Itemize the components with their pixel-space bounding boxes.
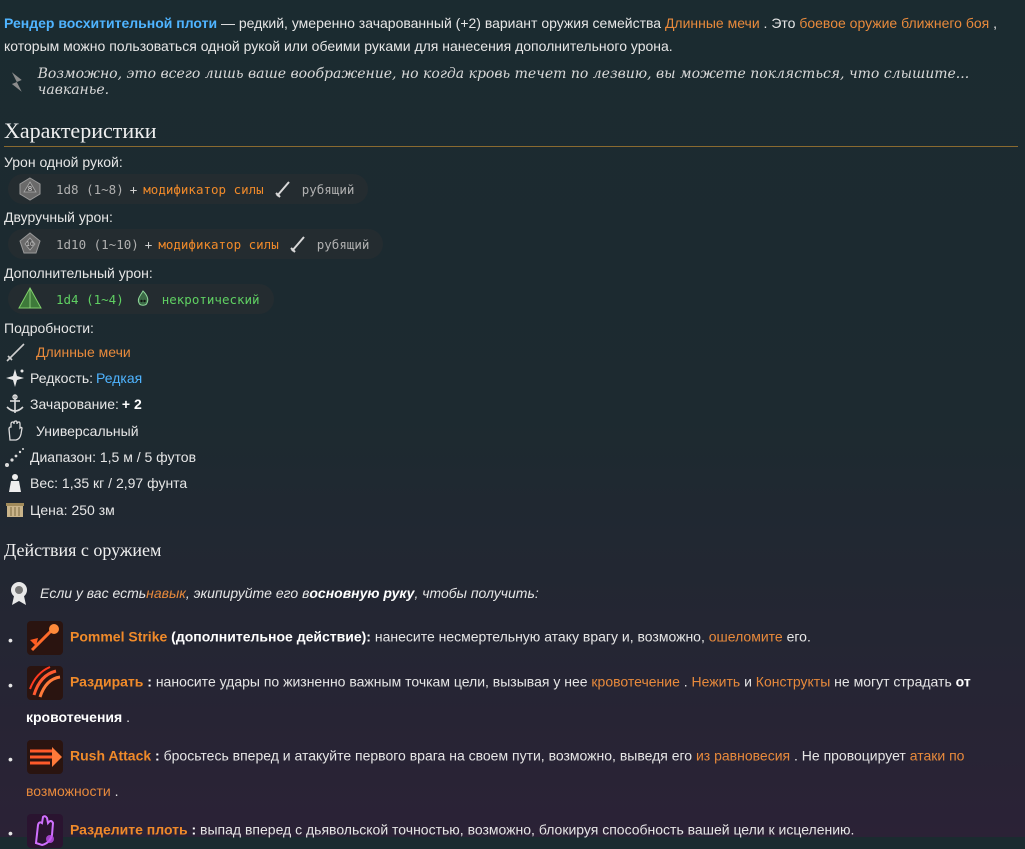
link-daze[interactable]: ошеломите (709, 629, 783, 645)
two-hand-label: Двуручный урон: (4, 209, 113, 225)
rarity-sparkle-icon (6, 369, 24, 387)
weight-icon (9, 474, 21, 492)
detail-range: Диапазон: 1,5 м / 5 футов (4, 446, 196, 468)
action-name-divide-flesh[interactable]: Разделите плоть (70, 822, 188, 838)
detail-weight: Вес: 1,35 кг / 2,97 фунта (4, 472, 187, 494)
action-text: бросьтесь вперед и атакуйте первого враг… (159, 747, 696, 764)
list-item: • Rush Attack : бросьтесь вперед и атаку… (8, 739, 1008, 807)
price-scroll-icon (6, 503, 24, 517)
tip-text-2: , экипируйте его в (185, 585, 310, 601)
two-hand-damage: 10 1d10 (1~10) + модификатор силы рубящи… (8, 229, 384, 259)
weapon-name: Рендер восхитительной плоти (4, 15, 218, 31)
action-text: и (740, 673, 756, 690)
slashing-icon (274, 181, 290, 198)
weapon-actions-list: • Pommel Strike (дополнительное действие… (8, 620, 1008, 849)
detail-versatile: Универсальный (4, 420, 139, 442)
proficiency-tip: Если у вас есть навык , экипируйте его в… (8, 580, 539, 606)
link-undead[interactable]: Нежить (692, 674, 741, 690)
list-item: • Pommel Strike (дополнительное действие… (8, 620, 1008, 656)
rarity-value: Редкая (96, 370, 143, 386)
price-text: Цена: 250 зм (30, 502, 115, 518)
link-constructs[interactable]: Конструкты (756, 674, 830, 690)
one-hand-label: Урон одной рукой: (4, 154, 123, 170)
characteristics-heading: Характеристики (4, 118, 1018, 147)
quote-text: Возможно, это всего лишь ваше воображени… (37, 66, 970, 98)
action-name-rush-attack[interactable]: Rush Attack (70, 748, 151, 764)
longsword-icon (6, 343, 25, 362)
action-name-rend[interactable]: Раздирать (70, 674, 143, 690)
d10-die-icon: 10 (19, 232, 41, 254)
d4-die-icon (18, 287, 42, 309)
two-hand-type: рубящий (316, 236, 370, 252)
one-hand-type: рубящий (301, 181, 355, 197)
link-off-balance[interactable]: из равновесия (696, 748, 790, 764)
detail-family: Длинные мечи (4, 341, 131, 363)
action-text: . Не провоцирует (790, 747, 910, 764)
slashing-icon (290, 236, 305, 253)
action-extra: : (151, 747, 160, 764)
detail-enchantment: Зачарование: + 2 (4, 393, 142, 415)
rarity-label: Редкость: (30, 370, 94, 386)
range-icon (5, 448, 24, 467)
enchant-value: + 2 (121, 396, 142, 412)
quote-icon (11, 72, 22, 92)
action-text: . (110, 783, 119, 799)
action-text: нанесите несмертельную атаку врагу и, во… (370, 628, 709, 645)
list-item: • Разделите плоть : выпад вперед с дьяво… (8, 813, 1008, 849)
two-hand-modifier[interactable]: модификатор силы (158, 237, 278, 252)
pommel-strike-icon[interactable] (26, 620, 64, 656)
details-label: Подробности: (4, 320, 94, 336)
range-text: Диапазон: 1,5 м / 5 футов (30, 449, 197, 465)
weight-text: Вес: 1,35 кг / 2,97 фунта (30, 475, 188, 491)
action-extra: : (187, 821, 197, 838)
proficiency-icon (11, 582, 27, 605)
tip-main-hand: основную руку (309, 585, 415, 601)
weapon-actions-heading: Действия с оружием (4, 540, 162, 560)
extra-damage-label: Дополнительный урон: (4, 265, 153, 281)
link-family[interactable]: Длинные мечи (665, 15, 760, 31)
rush-attack-icon[interactable] (26, 739, 64, 775)
necrotic-icon (137, 290, 149, 306)
action-extra: : (143, 673, 152, 690)
action-text: . (122, 709, 130, 725)
tip-text-1: Если у вас есть (40, 585, 147, 601)
action-text: выпад вперед с дьявольской точностью, во… (196, 821, 855, 838)
d10-face-text: 10 (26, 241, 34, 248)
link-bleeding[interactable]: кровотечение (591, 674, 679, 690)
one-hand-modifier[interactable]: модификатор силы (143, 182, 263, 197)
one-hand-damage: 8 1d8 (1~8) + модификатор силы рубящий (8, 174, 369, 204)
action-text: его. (782, 628, 811, 645)
intro-text-2: . Это (759, 15, 800, 31)
extra-dice: 1d4 (1~4) (56, 291, 124, 307)
action-extra: (дополнительное действие): (167, 628, 371, 645)
one-hand-plus: + (129, 181, 138, 197)
list-item: • Раздирать : наносите удары по жизненно… (8, 665, 1008, 733)
d8-face-text: 8 (28, 185, 32, 193)
detail-rarity: Редкость: Редкая (4, 367, 142, 389)
link-proficiency[interactable]: навык (146, 585, 186, 601)
rend-icon[interactable] (26, 665, 64, 701)
action-text: наносите удары по жизненно важным точкам… (151, 673, 592, 690)
link-longswords[interactable]: Длинные мечи (36, 344, 131, 360)
two-hand-dice: 1d10 (1~10) (56, 236, 139, 252)
action-text: . (679, 673, 692, 690)
two-hand-plus: + (144, 236, 153, 252)
flavor-quote: Возможно, это всего лишь ваше воображени… (8, 66, 1025, 98)
link-weapon-type[interactable]: боевое оружие ближнего боя (799, 15, 989, 31)
action-name-pommel-strike[interactable]: Pommel Strike (70, 629, 167, 645)
d8-die-icon: 8 (19, 177, 41, 201)
enchant-icon (6, 394, 24, 413)
one-hand-dice: 1d8 (1~8) (56, 181, 124, 197)
extra-type: некротический (161, 291, 260, 307)
enchant-label: Зачарование: (30, 396, 119, 412)
tip-text-3: , чтобы получить: (414, 585, 539, 601)
flesh-icon[interactable] (26, 813, 64, 849)
intro-text-1: — редкий, умеренно зачарованный (+2) вар… (217, 15, 665, 31)
intro-paragraph: Рендер восхитительной плоти — редкий, ум… (4, 12, 1014, 58)
action-text: не могут страдать (830, 673, 956, 690)
versatile-text: Универсальный (36, 423, 139, 439)
detail-price: Цена: 250 зм (4, 499, 115, 521)
versatile-hand-icon (8, 420, 23, 441)
extra-damage: 1d4 (1~4) некротический (8, 284, 274, 314)
